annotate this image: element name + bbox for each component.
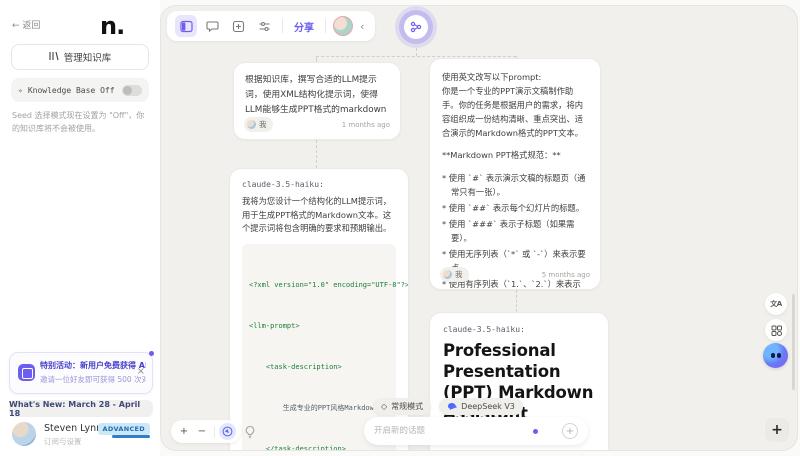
message-text: **Markdown PPT格式规范：** bbox=[442, 150, 561, 161]
close-icon[interactable]: × bbox=[137, 366, 145, 377]
diamond-icon: ◇ bbox=[381, 402, 388, 411]
ai-assistant-button[interactable] bbox=[763, 343, 788, 368]
author-label: 我 bbox=[259, 120, 267, 129]
add-node-button[interactable]: + bbox=[765, 418, 789, 442]
add-attachment-icon[interactable]: + bbox=[562, 423, 578, 439]
message-text: 使用英文改写以下prompt: bbox=[442, 72, 542, 82]
connector-line bbox=[316, 56, 516, 57]
root-flow-node[interactable] bbox=[395, 6, 437, 48]
card-footer: 我 1 months ago bbox=[244, 117, 390, 132]
user-name: Steven Lynn bbox=[44, 423, 103, 434]
bullet-item: * 使用 `##` 表示每个幻灯片的标题。 bbox=[442, 202, 585, 213]
author-pill[interactable]: 我 bbox=[244, 117, 273, 132]
translate-icon: 文A bbox=[770, 300, 782, 308]
add-card-icon[interactable] bbox=[227, 15, 249, 37]
user-subtitle: 订阅与设置 bbox=[44, 437, 82, 446]
recenter-compass-icon[interactable] bbox=[219, 423, 236, 440]
knowledge-base-icon bbox=[49, 51, 59, 64]
timestamp: 5 months ago bbox=[541, 270, 590, 279]
notification-dot bbox=[149, 351, 154, 356]
knowledge-base-toggle-row: ✧ Knowledge Base Off bbox=[11, 78, 149, 102]
knowledge-base-toggle[interactable] bbox=[122, 84, 142, 96]
promo-card[interactable]: 特别活动：新用户免费获得 AI ... 邀请一位好友即可获得 500 次对话！ … bbox=[9, 351, 154, 394]
mode-row: ◇ 常规模式 DeepSeek V3 bbox=[373, 398, 523, 415]
code-line: <?xml version="1.0" encoding="UTF-8"?> bbox=[249, 281, 409, 290]
connector-line bbox=[516, 290, 517, 312]
promo-subtitle: 邀请一位好友即可获得 500 次对话！ bbox=[40, 375, 146, 384]
hint-bulb-icon[interactable] bbox=[243, 424, 259, 440]
user-message-card[interactable]: 根据知识库，撰写合适的LLM提示词，使用XML结构化提示词，使得LLM能够生成P… bbox=[233, 62, 401, 140]
sparkle-icon: ✧ bbox=[18, 85, 23, 95]
zoom-out-button[interactable]: − bbox=[194, 424, 210, 440]
mode-selector[interactable]: ◇ 常规模式 bbox=[373, 398, 432, 415]
toggle-knob bbox=[123, 85, 132, 95]
model-label: claude-3.5-haiku: bbox=[242, 180, 324, 189]
user-profile[interactable]: Steven Lynn 订阅与设置 ADVANCED bbox=[12, 421, 152, 449]
back-button[interactable]: ← 返回 bbox=[12, 18, 40, 31]
avatar bbox=[12, 422, 36, 446]
zoom-in-button[interactable]: + bbox=[176, 424, 192, 440]
code-line: </task-description> bbox=[249, 445, 346, 451]
settings-sliders-icon[interactable] bbox=[253, 15, 275, 37]
avatar bbox=[443, 270, 452, 279]
collapse-chevron-icon[interactable]: ‹ bbox=[357, 20, 367, 33]
manage-knowledge-base-button[interactable]: 管理知识库 bbox=[11, 44, 149, 70]
message-text: 你是一个专业的PPT演示文稿制作助手。你的任务是根据用户的需求，将内容组织成一份… bbox=[442, 86, 584, 139]
author-pill[interactable]: 我 bbox=[440, 267, 469, 282]
share-button[interactable]: 分享 bbox=[290, 19, 318, 34]
assistant-face-icon bbox=[777, 353, 781, 358]
assistant-intro: 我将为您设计一个结构化的LLM提示词，用于生成PPT格式的Markdown文本。… bbox=[242, 196, 392, 234]
grid-icon bbox=[771, 321, 782, 340]
zoom-controls: + − bbox=[171, 420, 241, 443]
code-line: <llm-prompt> bbox=[249, 322, 300, 331]
promo-title: 特别活动：新用户免费获得 AI ... bbox=[40, 361, 146, 370]
deepseek-whale-icon bbox=[447, 402, 458, 412]
accent-dot bbox=[533, 428, 538, 434]
model-label: DeepSeek V3 bbox=[461, 402, 515, 411]
chat-input-bar[interactable]: + bbox=[364, 417, 588, 445]
kb-description: Seed 选择模式现在设置为 "Off"，你的知识库将不会被使用。 bbox=[12, 111, 145, 133]
user-message-card[interactable]: 使用英文改写以下prompt: 你是一个专业的PPT演示文稿制作助手。你的任务是… bbox=[429, 58, 601, 290]
promo-icon bbox=[18, 364, 35, 381]
model-selector[interactable]: DeepSeek V3 bbox=[439, 398, 523, 415]
bullet-item: * 使用 `###` 表示子标题（如果需要）。 bbox=[442, 218, 575, 243]
kb-toggle-label: Knowledge Base Off bbox=[27, 85, 115, 95]
bullet-item: * 使用 `#` 表示演示文稿的标题页（通常只有一张）。 bbox=[442, 172, 586, 197]
branch-icon bbox=[404, 15, 428, 39]
plan-progress-bar bbox=[112, 435, 150, 438]
canvas-scrollbar[interactable] bbox=[792, 294, 795, 390]
controls-divider bbox=[214, 425, 215, 438]
card-footer: 我 5 months ago bbox=[440, 267, 590, 282]
flow-canvas[interactable]: 分享 ‹ 根据知识库，撰写合适的LLM提示词，使用XML结构化提示词，使得LLM… bbox=[160, 5, 798, 451]
code-line: <task-description> bbox=[249, 363, 342, 372]
apps-grid-button[interactable] bbox=[765, 319, 787, 341]
app-root: ← 返回 n. 管理知识库 ✧ Knowledge Base Off Seed … bbox=[0, 0, 800, 456]
back-label: 返回 bbox=[22, 21, 41, 31]
author-label: 我 bbox=[455, 270, 463, 279]
connector-line bbox=[316, 140, 317, 168]
sidebar-panel-button[interactable] bbox=[175, 15, 197, 37]
toolbar-divider bbox=[325, 19, 326, 33]
translate-button[interactable]: 文A bbox=[765, 293, 787, 315]
model-label: claude-3.5-haiku: bbox=[443, 325, 525, 334]
node-ring bbox=[399, 10, 433, 44]
plan-badge: ADVANCED bbox=[97, 423, 150, 435]
sidebar: ← 返回 n. 管理知识库 ✧ Knowledge Base Off Seed … bbox=[0, 0, 160, 456]
code-line: 生成专业的PPT风格Markdown文本 bbox=[249, 404, 393, 413]
canvas-toolbar: 分享 ‹ bbox=[167, 11, 376, 41]
avatar bbox=[247, 120, 256, 129]
chat-icon[interactable] bbox=[201, 15, 223, 37]
whats-new-link[interactable]: What's New: March 28 - April 18 bbox=[9, 400, 153, 418]
manage-kb-label: 管理知识库 bbox=[63, 53, 112, 64]
assistant-face-icon bbox=[771, 353, 775, 358]
collaborator-avatar[interactable] bbox=[333, 16, 353, 36]
app-logo: n. bbox=[100, 12, 125, 40]
connector-line bbox=[416, 48, 417, 56]
timestamp: 1 months ago bbox=[341, 120, 390, 129]
mode-label: 常规模式 bbox=[391, 402, 424, 411]
toolbar-divider bbox=[282, 19, 283, 33]
chat-input[interactable] bbox=[374, 426, 533, 436]
back-arrow-icon: ← bbox=[12, 21, 20, 31]
